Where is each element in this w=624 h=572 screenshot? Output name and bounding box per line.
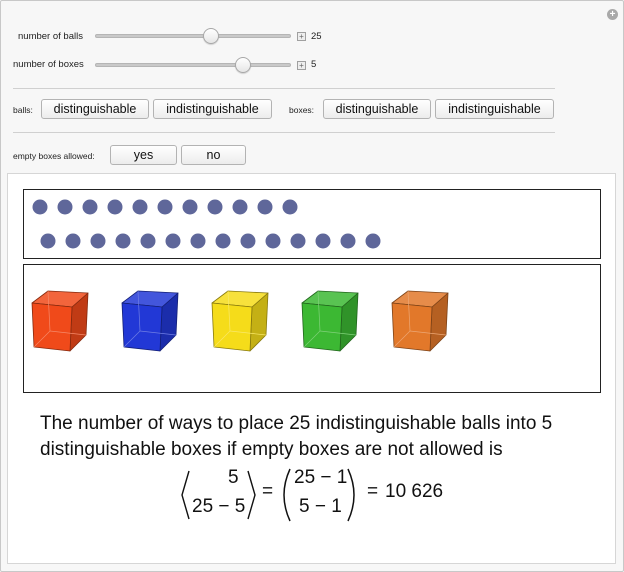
result-statement: The number of ways to place 25 indisting… (40, 413, 553, 460)
balls-graphic (32, 199, 381, 249)
balls-toggle-label: balls: (13, 105, 33, 115)
rhs-bottom: 5 − 1 (299, 496, 342, 517)
cube-front-face (301, 302, 343, 352)
right-angle-bracket (247, 470, 256, 520)
ball (132, 199, 148, 215)
box-cube (211, 290, 269, 352)
ball (257, 199, 273, 215)
boxes-slider-track[interactable] (95, 63, 291, 67)
ball (207, 199, 223, 215)
lhs-bottom: 25 − 5 (192, 496, 246, 517)
ball (65, 233, 81, 249)
result-formula: 5 25 − 5 = 25 − 1 5 − 1 = 10 626 (180, 467, 460, 527)
ball (365, 233, 381, 249)
rhs-top: 25 − 1 (294, 467, 348, 488)
box-cube (301, 290, 359, 352)
empty-boxes-label: empty boxes allowed: (13, 151, 95, 161)
ball (190, 233, 206, 249)
ball (282, 199, 298, 215)
left-paren (283, 468, 291, 522)
ball (182, 199, 198, 215)
ball (340, 233, 356, 249)
boxes-graphic (31, 290, 449, 352)
box-cube (31, 290, 89, 352)
boxes-distinguishable-button[interactable]: distinguishable (323, 99, 431, 119)
cube-front-face (121, 302, 163, 352)
cube-front-face (391, 302, 433, 352)
answer-value: 10 626 (385, 481, 444, 502)
ball (232, 199, 248, 215)
right-paren (347, 468, 355, 522)
separator (13, 132, 555, 133)
boxes-indistinguishable-button[interactable]: indistinguishable (435, 99, 554, 119)
ball (165, 233, 181, 249)
empty-yes-button[interactable]: yes (110, 145, 177, 165)
ball (57, 199, 73, 215)
empty-no-button[interactable]: no (181, 145, 246, 165)
ball (40, 233, 56, 249)
ball (215, 233, 231, 249)
equals-sign: = (262, 481, 274, 502)
box-cube (121, 290, 179, 352)
box-cube (391, 290, 449, 352)
ball (115, 233, 131, 249)
boxes-toggle-label: boxes: (289, 105, 315, 115)
ball (90, 233, 106, 249)
equals-sign: = (367, 481, 379, 502)
balls-slider-expand-icon[interactable]: + (297, 32, 306, 41)
ball (265, 233, 281, 249)
ball (140, 233, 156, 249)
left-angle-bracket (181, 470, 190, 520)
expand-plus-icon[interactable]: + (607, 9, 618, 20)
ball (240, 233, 256, 249)
ball (32, 199, 48, 215)
lhs-top: 5 (228, 467, 239, 488)
boxes-slider-expand-icon[interactable]: + (297, 61, 306, 70)
separator (13, 88, 555, 89)
cube-front-face (31, 302, 73, 352)
cube-front-face (211, 302, 253, 352)
balls-slider-thumb[interactable] (203, 28, 219, 44)
balls-area (23, 189, 601, 259)
boxes-slider-label: number of boxes (13, 59, 84, 70)
balls-slider-label: number of balls (18, 31, 83, 42)
balls-distinguishable-button[interactable]: distinguishable (41, 99, 149, 119)
ball (157, 199, 173, 215)
balls-indistinguishable-button[interactable]: indistinguishable (153, 99, 272, 119)
ball (290, 233, 306, 249)
balls-slider-track[interactable] (95, 34, 291, 38)
balls-slider-value: 25 (311, 31, 322, 42)
boxes-slider-value: 5 (311, 59, 317, 70)
ball (82, 199, 98, 215)
boxes-area (23, 264, 601, 393)
ball (107, 199, 123, 215)
ball (315, 233, 331, 249)
